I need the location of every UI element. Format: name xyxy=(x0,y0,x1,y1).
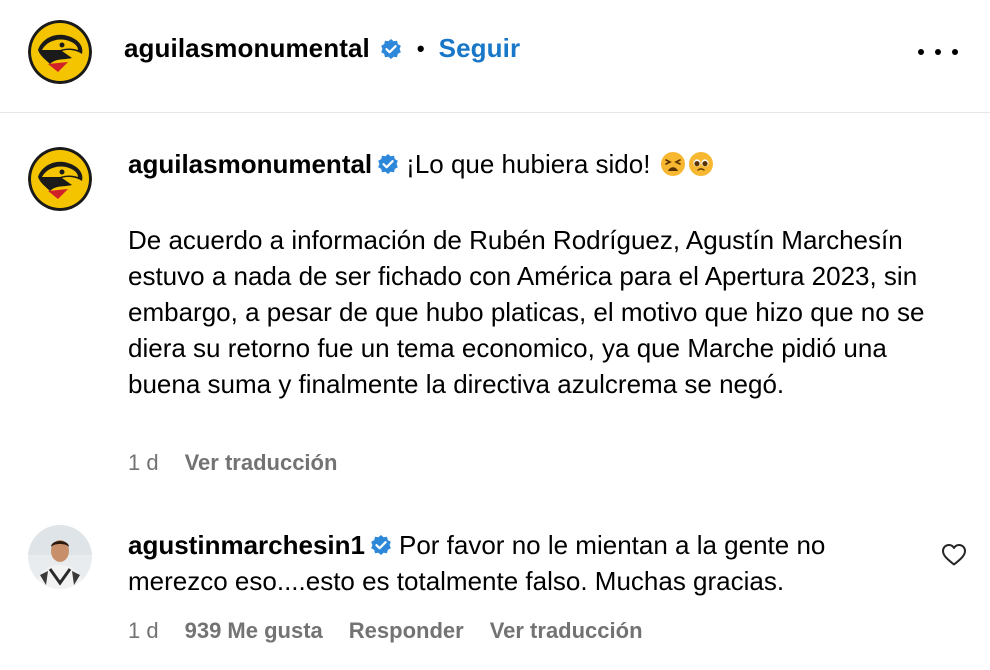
post-username[interactable]: aguilasmonumental xyxy=(128,149,372,179)
comment-text: agustinmarchesin1 Por favor no le mientan… xyxy=(128,527,928,599)
user-photo-icon xyxy=(28,525,92,589)
post-header: aguilasmonumental • Seguir xyxy=(0,0,990,113)
follow-button[interactable]: Seguir xyxy=(439,33,521,64)
post-timestamp[interactable]: 1 d xyxy=(128,450,159,476)
eagle-logo-icon xyxy=(28,20,92,84)
comment-timestamp[interactable]: 1 d xyxy=(128,618,159,644)
more-options-icon[interactable] xyxy=(918,40,958,64)
reply-button[interactable]: Responder xyxy=(349,618,464,644)
verified-badge-icon xyxy=(369,533,393,557)
likes-count-button[interactable]: 939 Me gusta xyxy=(185,618,323,644)
post-meta: 1 d Ver traducción xyxy=(128,450,363,476)
header-username[interactable]: aguilasmonumental xyxy=(124,33,370,64)
heart-icon[interactable] xyxy=(941,543,967,567)
comment-meta: 1 d 939 Me gusta Responder Ver traducció… xyxy=(128,618,669,644)
avatar[interactable] xyxy=(28,20,92,84)
eagle-logo-icon xyxy=(28,147,92,211)
translate-button[interactable]: Ver traducción xyxy=(490,618,643,644)
post-headline: ¡Lo que hubiera sido! xyxy=(406,149,651,179)
verified-badge-icon xyxy=(379,37,403,61)
avatar[interactable] xyxy=(28,525,92,589)
pleading-face-emoji xyxy=(688,151,714,177)
tired-face-emoji xyxy=(660,151,686,177)
post-caption: aguilasmonumental ¡Lo que hubiera sido! xyxy=(128,146,940,182)
header-user-row: aguilasmonumental • Seguir xyxy=(124,33,520,64)
post-body: De acuerdo a información de Rubén Rodríg… xyxy=(128,225,925,399)
translate-button[interactable]: Ver traducción xyxy=(185,450,338,476)
verified-badge-icon xyxy=(376,152,400,176)
comment-username[interactable]: agustinmarchesin1 xyxy=(128,530,365,560)
avatar[interactable] xyxy=(28,147,92,211)
separator-dot: • xyxy=(416,35,425,61)
